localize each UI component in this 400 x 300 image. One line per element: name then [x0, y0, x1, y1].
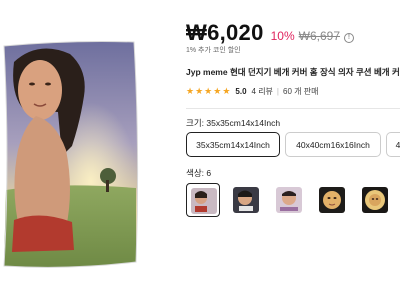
discount-percent: 10% [270, 29, 295, 43]
star-icon: ★ [213, 86, 222, 96]
star-icon: ★ [195, 86, 204, 96]
size-options: 35x35cm14x14Inch 40x40cm16x16Inch 4 [186, 132, 400, 157]
pillow-thumbnail-icon [362, 187, 388, 213]
size-option-more[interactable]: 4 [386, 132, 400, 157]
color-label: 색상: 6 [186, 168, 212, 178]
color-swatch-2[interactable] [229, 183, 263, 217]
sold-count: 60 개 판매 [283, 87, 319, 96]
divider [186, 108, 400, 109]
size-option-35x35[interactable]: 35x35cm14x14Inch [186, 132, 280, 157]
size-option-40x40[interactable]: 40x40cm16x16Inch [285, 132, 381, 157]
color-swatch-3[interactable] [272, 183, 306, 217]
review-count-link[interactable]: 4 리뷰 [252, 86, 273, 97]
info-icon[interactable]: ! [344, 33, 355, 43]
color-swatch-5[interactable] [358, 183, 392, 217]
star-icon: ★ [222, 86, 231, 96]
size-label: 크기: 35x35cm14x14Inch [186, 118, 281, 128]
pillow-thumbnail-icon [191, 188, 217, 214]
coupon-note: 1% 추가 코인 할인 [186, 47, 241, 54]
pillow-photo-icon [3, 41, 139, 268]
color-swatches [186, 183, 400, 217]
product-info-panel: ₩6,020 10% ₩6,697 ! 1% 추가 코인 할인 Jyp meme… [186, 0, 400, 300]
star-icon: ★ [186, 86, 195, 96]
rating-row: ★ ★ ★ ★ ★ 5.0 4 리뷰 | 60 개 판매 [186, 86, 318, 97]
price-row: ₩6,020 10% ₩6,697 ! [186, 20, 355, 46]
product-image[interactable] [0, 0, 178, 300]
original-price: ₩6,697 [298, 29, 341, 43]
current-price: ₩6,020 [186, 20, 264, 45]
separator: | [276, 87, 279, 96]
pillow-thumbnail-icon [319, 187, 345, 213]
color-swatch-4[interactable] [315, 183, 349, 217]
rating-value: 5.0 [235, 87, 247, 96]
product-title: Jyp meme 현대 던지기 베개 커버 홈 장식 의자 쿠션 베개 커 [186, 67, 400, 77]
pillow-thumbnail-icon [276, 187, 302, 213]
star-icon: ★ [204, 86, 213, 96]
pillow-thumbnail-icon [233, 187, 259, 213]
color-swatch-1[interactable] [186, 183, 220, 217]
star-rating: ★ ★ ★ ★ ★ [186, 87, 231, 96]
